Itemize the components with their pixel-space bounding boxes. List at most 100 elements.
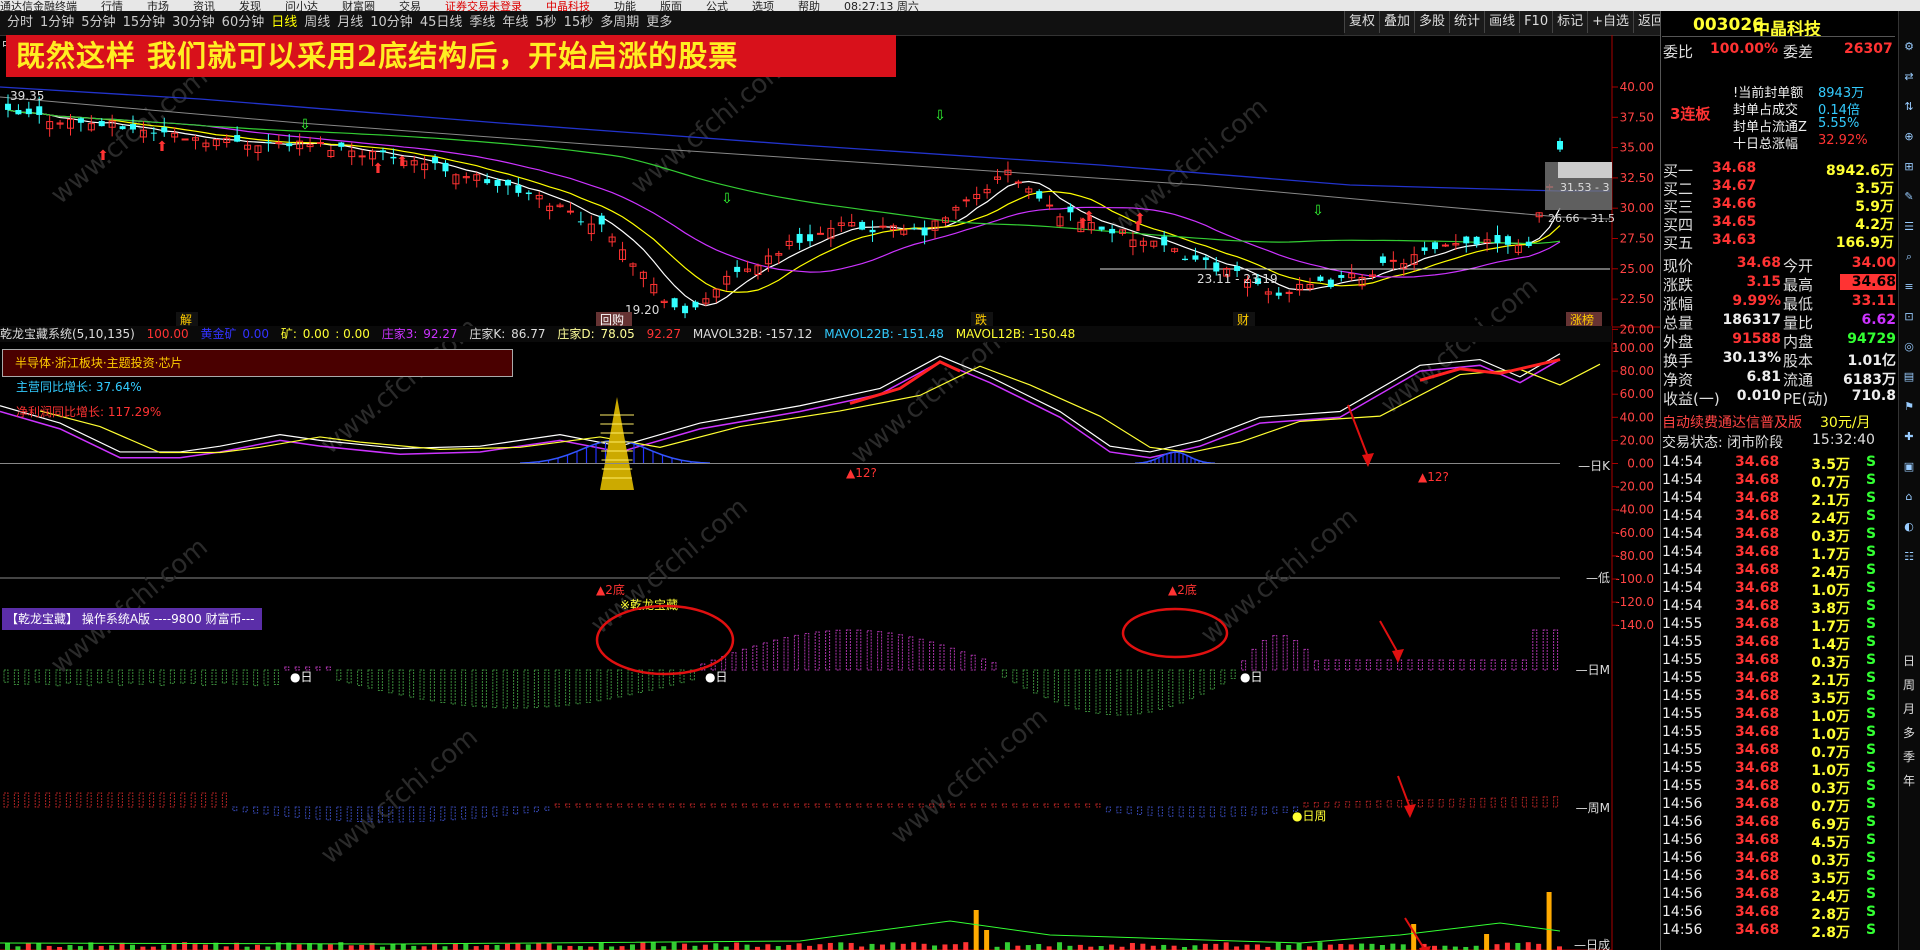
sidebar-tool-icon[interactable]: ✚ [1900, 430, 1918, 443]
menu-item[interactable]: 功能 [614, 1, 636, 11]
promo-text[interactable]: 自动续费通达信普及版 [1662, 412, 1802, 432]
sidebar-tool-icon[interactable]: ☷ [1900, 550, 1918, 563]
toolbar-button[interactable]: +自选 [1587, 11, 1633, 33]
period-tab[interactable]: 30分钟 [172, 11, 215, 35]
period-tab[interactable]: 45日线 [420, 11, 463, 35]
tick-volume: 0.3万 [1811, 781, 1850, 797]
period-tab[interactable]: 更多 [646, 11, 672, 35]
chart-area[interactable]: www.cfchi.com www.cfchi.com www.cfchi.comw… [0, 35, 1660, 950]
volume-bar [640, 942, 646, 950]
period-tab[interactable]: 60分钟 [222, 11, 265, 35]
macd-bar [1085, 669, 1091, 712]
stat-label: 现价 [1663, 257, 1694, 275]
indicator-zjd: 78.05 [600, 327, 635, 341]
menu-item[interactable]: 问小达 [285, 1, 318, 11]
candle-body [1473, 236, 1480, 245]
sidebar-tool-icon[interactable]: ≡ [1900, 280, 1918, 293]
promo-price[interactable]: 30元/月 [1820, 412, 1871, 432]
macd-bar [1282, 635, 1288, 671]
sidebar-tool-icon[interactable]: ◎ [1900, 340, 1918, 353]
sidebar-tool-icon[interactable]: ▣ [1900, 460, 1918, 473]
toolbar-button[interactable]: F10 [1519, 11, 1552, 33]
toolbar-button[interactable]: 标记 [1552, 11, 1587, 33]
menu-item[interactable]: 08:27:13 周六 [844, 1, 919, 11]
weekly-bar [55, 792, 61, 808]
period-tab[interactable]: 分时 [7, 11, 33, 35]
period-tab[interactable]: 多周期 [600, 11, 639, 35]
sidebar-period-item[interactable]: 季 [1900, 748, 1918, 765]
indicator-v2: 0.00 [242, 327, 270, 341]
indicator-name[interactable]: 乾龙宝藏系统(5,10,135) [0, 327, 135, 341]
sidebar-tool-icon[interactable]: ⊕ [1900, 130, 1918, 143]
volume-bar [869, 943, 875, 950]
period-tab[interactable]: 10分钟 [370, 11, 413, 35]
macd-bar [866, 630, 872, 671]
volume-bar [473, 946, 479, 950]
sidebar-tool-icon[interactable]: ◐ [1900, 520, 1918, 533]
sidebar-tool-icon[interactable]: ⚑ [1900, 400, 1918, 413]
price-tick: 25.00 [1620, 262, 1654, 276]
menu-item[interactable]: 资讯 [193, 1, 215, 11]
volume-bar [421, 946, 427, 950]
menu-item[interactable]: 通达信金融终端 [0, 1, 77, 11]
macd-bar [419, 669, 425, 700]
menu-item[interactable]: 财富圈 [342, 1, 375, 11]
period-tab[interactable]: 季线 [469, 11, 495, 35]
toolbar-button[interactable]: 多股 [1414, 11, 1449, 33]
period-tab[interactable]: 15秒 [564, 11, 594, 35]
sidebar-tool-icon[interactable]: ✎ [1900, 190, 1918, 203]
menu-item[interactable]: 版面 [660, 1, 682, 11]
menu-item[interactable]: 证券交易未登录 [445, 1, 522, 11]
volume-bar [1494, 944, 1500, 950]
menu-item[interactable]: 选项 [752, 1, 774, 11]
macd-bar [263, 669, 269, 686]
toolbar-button[interactable]: 叠加 [1379, 11, 1414, 33]
period-tab[interactable]: 15分钟 [123, 11, 166, 35]
sidebar-tool-icon[interactable]: ⌂ [1900, 490, 1918, 503]
sidebar-period-item[interactable]: 年 [1900, 772, 1918, 789]
sidebar-tool-icon[interactable]: ▤ [1900, 370, 1918, 383]
menu-item[interactable]: 交易 [399, 1, 421, 11]
toolbar-button[interactable]: 统计 [1449, 11, 1484, 33]
candle-body [566, 210, 574, 213]
sidebar-tool-icon[interactable]: ⚙ [1900, 40, 1918, 53]
sidebar-period-item[interactable]: 多 [1900, 724, 1918, 741]
period-tab[interactable]: 月线 [337, 11, 363, 35]
period-tab[interactable]: 年线 [502, 11, 528, 35]
weekly-bar [1261, 806, 1267, 815]
sidebar-period-item[interactable]: 周 [1900, 676, 1918, 693]
toolbar-button[interactable]: 画线 [1484, 11, 1519, 33]
menu-item[interactable]: 市场 [147, 1, 169, 11]
sidebar-tool-icon[interactable]: ⇅ [1900, 100, 1918, 113]
period-tab[interactable]: 1分钟 [40, 11, 74, 35]
period-tab[interactable]: 5分钟 [81, 11, 115, 35]
weekly-bar [409, 806, 415, 823]
menu-item[interactable]: 行情 [101, 1, 123, 11]
toolbar-button[interactable]: 复权 [1344, 11, 1379, 33]
stat-value: 1.01亿 [1847, 353, 1896, 369]
sidebar-tool-icon[interactable]: ⊡ [1900, 310, 1918, 323]
sidebar-tool-icon[interactable]: ⇄ [1900, 70, 1918, 83]
menu-item[interactable]: 公式 [706, 1, 728, 11]
period-tab[interactable]: 日线 [271, 11, 297, 35]
sidebar-period-item[interactable]: 日 [1900, 652, 1918, 669]
menu-item[interactable]: 中晶科技 [546, 1, 590, 11]
sidebar-tool-icon[interactable]: ⊞ [1900, 160, 1918, 173]
volume-bar [1557, 946, 1562, 950]
tick-volume: 3.8万 [1811, 601, 1850, 617]
period-tab[interactable]: 5秒 [535, 11, 556, 35]
day-label: ●日 [705, 670, 727, 684]
volume-bar [504, 943, 510, 950]
macd-bar [1033, 669, 1039, 694]
day-label: ●日周 [1292, 809, 1326, 823]
stat-label: 净资 [1663, 371, 1694, 389]
period-tab[interactable]: 周线 [304, 11, 330, 35]
weekly-bar [149, 792, 155, 808]
menu-item[interactable]: 发现 [239, 1, 261, 11]
menu-item[interactable]: 帮助 [798, 1, 820, 11]
sidebar-tool-icon[interactable]: ⌕ [1900, 250, 1918, 264]
tick-price: 34.68 [1735, 868, 1780, 884]
sidebar-period-item[interactable]: 月 [1900, 700, 1918, 717]
sidebar-tool-icon[interactable]: ☰ [1900, 220, 1918, 233]
stat-value: 6.62 [1861, 312, 1896, 328]
